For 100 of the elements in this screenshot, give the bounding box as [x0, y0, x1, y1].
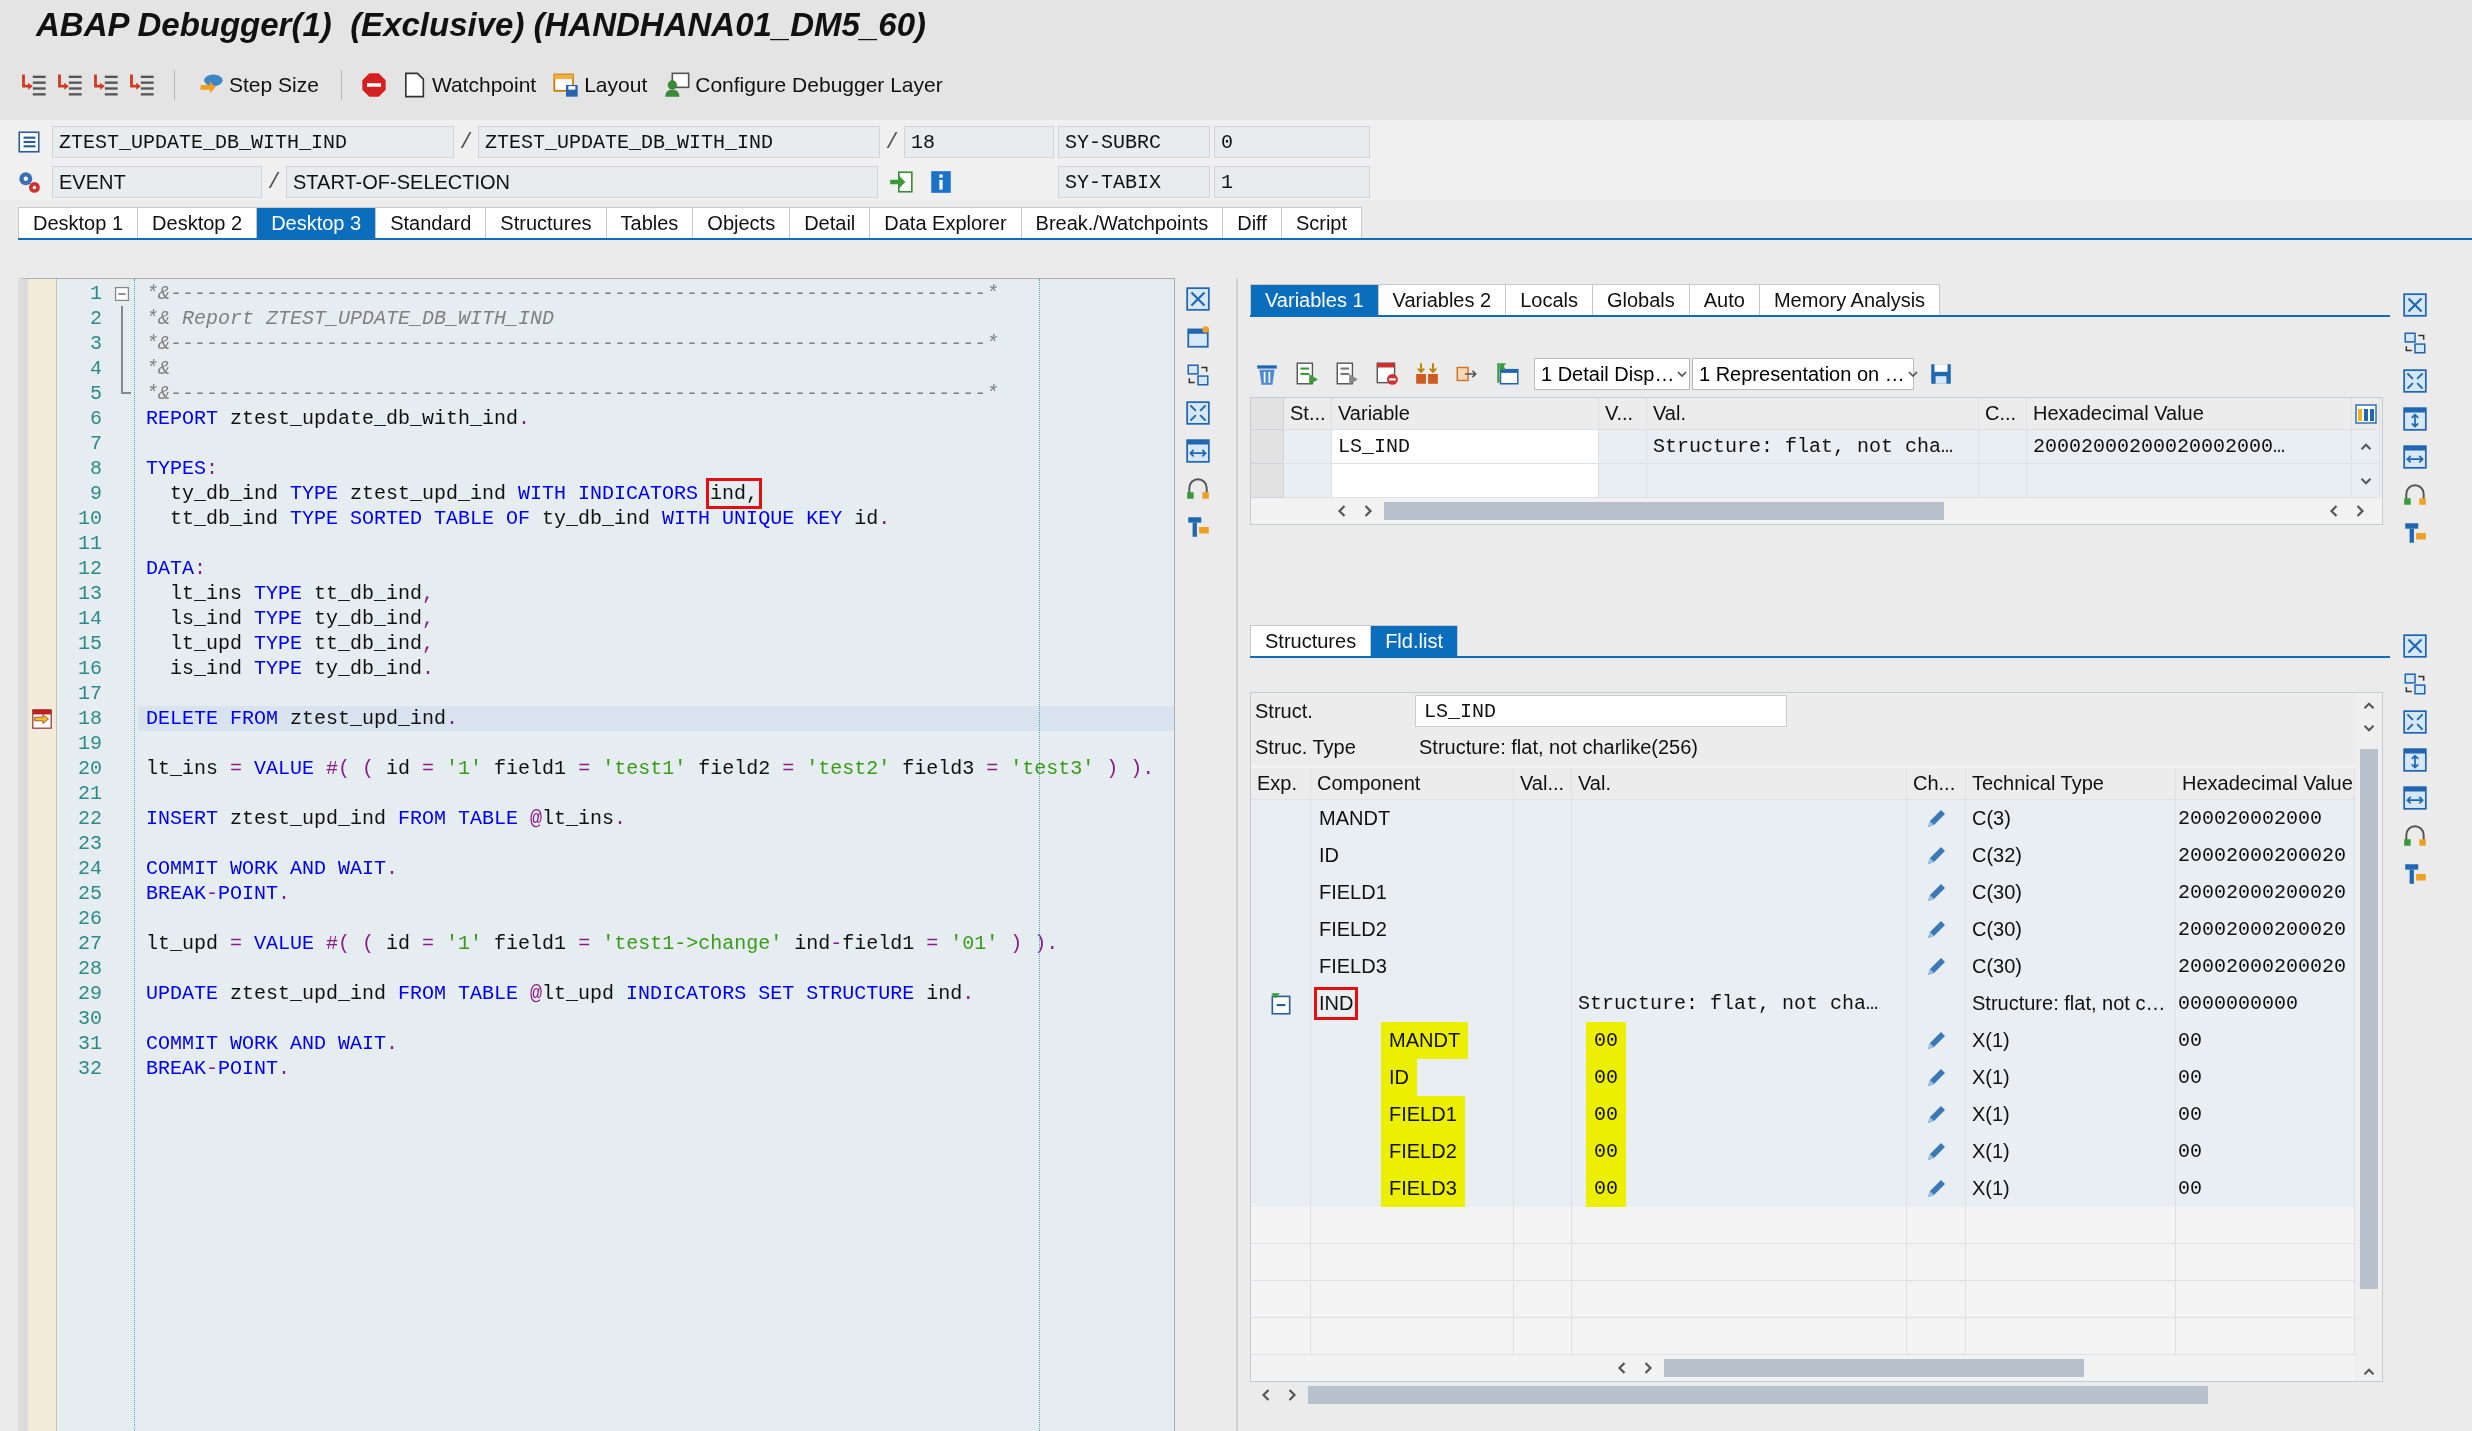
code-line: COMMIT WORK AND WAIT.: [145, 1031, 400, 1056]
maximize-icon[interactable]: [2402, 368, 2428, 394]
desktop-tab[interactable]: Desktop 2: [137, 207, 258, 238]
tools-icon[interactable]: [2402, 861, 2428, 887]
desktop-tab[interactable]: Diff: [1222, 207, 1282, 238]
code-line: *& Report ZTEST_UPDATE_DB_WITH_IND: [145, 306, 556, 331]
code-line: *&--------------------------------------------------------------------*: [145, 281, 1000, 306]
variables-tab[interactable]: Variables 1: [1250, 284, 1379, 315]
swap-icon[interactable]: [1184, 362, 1211, 388]
structure-tab[interactable]: Structures: [1250, 625, 1372, 656]
component-cell: IND: [1311, 985, 1514, 1023]
code-line: lt_ins = VALUE #( ( id = '1' field1 = 'test1' field2 = 'test2' field3 = 'test3' ) ).: [145, 756, 1156, 781]
desktop-tab[interactable]: Tables: [605, 207, 694, 238]
vertical-resize-icon[interactable]: [2402, 747, 2428, 773]
field-label: Struct.: [1254, 699, 1314, 723]
detail-dropdown[interactable]: 1 Detail Disp…: [1534, 358, 1690, 390]
person-screen-icon: [663, 71, 692, 99]
desktop-tab[interactable]: Data Explorer: [869, 207, 1022, 238]
variables-tab[interactable]: Locals: [1505, 284, 1593, 315]
table-row[interactable]: ID C(32) 20002000200020: [1251, 837, 2355, 874]
desktop-tab[interactable]: Structures: [485, 207, 607, 238]
table-row[interactable]: FIELD2 C(30) 20002000200020: [1251, 911, 2355, 948]
table-row[interactable]: FIELD3 C(30) 20002000200020: [1251, 948, 2355, 985]
headset-icon[interactable]: [2402, 823, 2428, 849]
table-row[interactable]: IND Structure: flat, not cha… Structure: flat, not c… 0000000000: [1251, 985, 2355, 1022]
line-number: 11: [77, 531, 103, 556]
sheet-arrow-icon[interactable]: [1294, 361, 1320, 387]
line-number: 27: [77, 931, 103, 956]
code-line: REPORT ztest_update_db_with_ind.: [145, 406, 532, 431]
table-row[interactable]: LS_IND Structure: flat, not cha… 20002000200020002000…: [1251, 430, 2382, 464]
swap-icon[interactable]: [2402, 330, 2428, 356]
close-icon[interactable]: [2402, 292, 2428, 318]
table-row[interactable]: ID 00 X(1) 00: [1251, 1059, 2355, 1096]
close-icon[interactable]: [1184, 286, 1211, 312]
table-row[interactable]: MANDT 00 X(1) 00: [1251, 1022, 2355, 1059]
desktop-tab[interactable]: Break./Watchpoints: [1020, 207, 1224, 238]
headset-icon[interactable]: [2402, 482, 2428, 508]
separator: /: [266, 169, 282, 195]
tools-icon[interactable]: [2402, 520, 2428, 546]
arrow-box-icon[interactable]: [888, 169, 914, 195]
desktop-tab[interactable]: Standard: [375, 207, 487, 238]
line-number: 22: [77, 806, 103, 831]
columns-icon[interactable]: [2353, 401, 2378, 426]
sheet-minus-icon[interactable]: [1374, 361, 1400, 387]
toolbar-button[interactable]: Watchpoint: [395, 69, 541, 101]
line-number: 24: [77, 856, 103, 881]
variables-tab[interactable]: Memory Analysis: [1758, 284, 1941, 315]
sheet-icon[interactable]: [1334, 361, 1360, 387]
struct-type-text: Structure: flat, not charlike(256): [1418, 735, 1698, 759]
field-label: SY-TABIX: [1058, 166, 1210, 198]
resize-icon[interactable]: [2402, 785, 2428, 811]
resize-icon[interactable]: [2402, 444, 2428, 470]
desktop-tab[interactable]: Detail: [789, 207, 871, 238]
line-number: 10: [77, 506, 103, 531]
table-row[interactable]: FIELD1 C(30) 20002000200020: [1251, 874, 2355, 911]
swap-icon[interactable]: [2402, 671, 2428, 697]
table-row[interactable]: MANDT C(3) 200020002000: [1251, 800, 2355, 837]
line-number: 20: [77, 756, 103, 781]
resize-icon[interactable]: [1184, 438, 1211, 464]
code-line: lt_ins TYPE tt_db_ind,: [169, 581, 436, 606]
stop-icon[interactable]: [359, 71, 388, 99]
variables-tab[interactable]: Variables 2: [1377, 284, 1507, 315]
variables-tab[interactable]: Globals: [1591, 284, 1690, 315]
variable-cell[interactable]: LS_IND: [1332, 430, 1599, 464]
desktop-tab[interactable]: Desktop 1: [18, 207, 139, 238]
toolbar-button[interactable]: Configure Debugger Layer: [659, 69, 947, 101]
headset-icon[interactable]: [1184, 476, 1211, 502]
code-line: COMMIT WORK AND WAIT.: [145, 856, 400, 881]
table-row[interactable]: FIELD3 00 X(1) 00: [1251, 1170, 2355, 1207]
line-number: 12: [77, 556, 103, 581]
separator: /: [884, 129, 900, 155]
table-row[interactable]: FIELD2 00 X(1) 00: [1251, 1133, 2355, 1170]
vertical-resize-icon[interactable]: [2402, 406, 2428, 432]
value-field: 1: [1214, 166, 1370, 198]
save-icon[interactable]: [1928, 361, 1954, 387]
maximize-icon[interactable]: [1184, 400, 1211, 426]
code-line: *&: [145, 356, 171, 381]
code-line: UPDATE ztest_upd_ind FROM TABLE @lt_upd INDICATORS SET STRUCTURE ind.: [145, 981, 976, 1006]
gears-icon: [16, 169, 42, 195]
close-icon[interactable]: [2402, 633, 2428, 659]
struct-input[interactable]: LS_IND: [1415, 695, 1787, 727]
table-row[interactable]: FIELD1 00 X(1) 00: [1251, 1096, 2355, 1133]
blocks-arrow-icon[interactable]: [1414, 361, 1440, 387]
toolbar-button[interactable]: Step Size: [193, 69, 323, 101]
info-icon[interactable]: [928, 169, 954, 195]
line-field: 18: [904, 126, 1054, 158]
desktop-tab[interactable]: Script: [1280, 207, 1362, 238]
variables-tab[interactable]: Auto: [1688, 284, 1760, 315]
line-number: 15: [77, 631, 103, 656]
structure-tab[interactable]: Fld.list: [1370, 625, 1458, 656]
maximize-icon[interactable]: [2402, 709, 2428, 735]
toolbar-button[interactable]: Layout: [548, 69, 652, 101]
line-number: 28: [77, 956, 103, 981]
desktop-tab[interactable]: Objects: [692, 207, 791, 238]
line-number: 6: [89, 406, 103, 431]
line-number: 9: [89, 481, 103, 506]
flag-window-icon[interactable]: [1494, 361, 1520, 387]
variable-input[interactable]: [1332, 464, 1599, 498]
new-window-icon[interactable]: [1184, 324, 1211, 350]
desktop-tab[interactable]: Desktop 3: [256, 207, 377, 238]
